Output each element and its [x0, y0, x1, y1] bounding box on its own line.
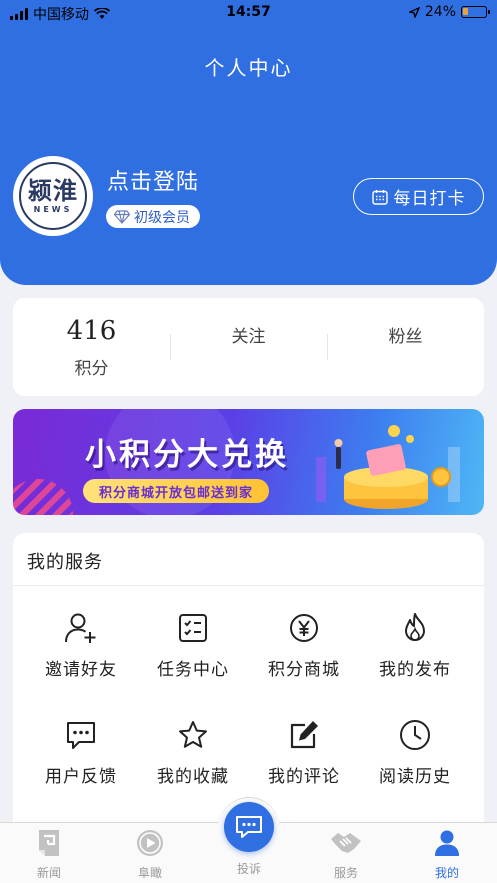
service-label: 任务中心 [157, 660, 229, 680]
service-label: 用户反馈 [45, 767, 117, 787]
service-points-mall[interactable]: 积分商城 [249, 611, 359, 680]
followers-stat[interactable]: 粉丝 [327, 298, 484, 396]
following-stat[interactable]: 关注 [170, 298, 327, 396]
clock-icon [400, 720, 430, 750]
tab-news[interactable]: 新闻 [9, 829, 89, 881]
login-link[interactable]: 点击登陆 [107, 164, 199, 196]
service-label: 积分商城 [268, 660, 340, 680]
service-reading-history[interactable]: 阅读历史 [360, 718, 470, 787]
daily-checkin-button[interactable]: 每日打卡 [353, 178, 484, 215]
edit-icon [290, 721, 318, 749]
person-icon [435, 830, 459, 856]
service-label: 邀请好友 [45, 660, 117, 680]
logo-text: 颍淮 [28, 176, 78, 205]
points-stat[interactable]: 416 积分 [13, 298, 170, 396]
tab-label: 我的 [434, 866, 459, 880]
task-list-icon [179, 614, 207, 642]
avatar[interactable]: 颍淮 NEWS [13, 156, 93, 236]
points-exchange-banner[interactable]: 小积分大兑换 积分商城开放包邮送到家 [13, 409, 484, 515]
complaint-button[interactable] [224, 802, 274, 852]
banner-subtitle: 积分商城开放包邮送到家 [83, 479, 270, 503]
battery-icon [461, 6, 490, 18]
news-icon [39, 830, 59, 856]
stats-card: 416 积分 关注 粉丝 [13, 298, 484, 396]
profile-header: 中国移动 14:57 24% 个人中心 颍淮 NEWS 点击登陆 初级会员 每日… [0, 0, 497, 285]
tab-mine[interactable]: 我的 [407, 829, 487, 881]
followers-label: 粉丝 [388, 327, 423, 347]
play-icon [137, 830, 163, 856]
chat-bubble-icon [67, 722, 95, 749]
service-label: 我的收藏 [157, 767, 229, 787]
gift-illustration [316, 425, 460, 509]
service-label: 我的评论 [268, 767, 340, 787]
tab-label: 服务 [333, 866, 358, 880]
calendar-icon [371, 189, 388, 205]
tab-service[interactable]: 服务 [306, 829, 386, 881]
banner-decoration [13, 479, 73, 515]
logo-subtext: NEWS [33, 205, 73, 214]
diamond-icon [114, 209, 130, 224]
service-my-posts[interactable]: 我的发布 [360, 611, 470, 680]
battery-percent: 24% [424, 4, 456, 20]
location-arrow-icon [408, 6, 420, 18]
service-invite-friends[interactable]: 邀请好友 [26, 611, 136, 680]
star-icon [179, 721, 207, 748]
following-label: 关注 [231, 327, 266, 347]
my-services-card: 我的服务 邀请好友 任务中心 积分商城 我的发布 用户反馈 我的收藏 我的评论 … [13, 533, 484, 833]
service-my-favorites[interactable]: 我的收藏 [138, 718, 248, 787]
complaint-icon [236, 816, 262, 838]
service-label: 我的发布 [379, 660, 451, 680]
points-label: 积分 [74, 359, 109, 379]
member-level-badge: 初级会员 [106, 205, 200, 228]
points-value: 416 [66, 316, 117, 346]
tab-fukan[interactable]: 阜瞰 [110, 829, 190, 881]
service-my-comments[interactable]: 我的评论 [249, 718, 359, 787]
user-plus-icon [65, 613, 96, 643]
status-bar: 中国移动 14:57 24% [0, 0, 497, 26]
yen-coin-icon [290, 614, 318, 642]
service-task-center[interactable]: 任务中心 [138, 611, 248, 680]
divider [13, 585, 484, 586]
page-title: 个人中心 [204, 56, 293, 80]
service-user-feedback[interactable]: 用户反馈 [26, 718, 136, 787]
member-level-label: 初级会员 [134, 209, 190, 226]
tab-label: 新闻 [36, 866, 61, 880]
banner-title: 小积分大兑换 [85, 437, 289, 473]
checkin-label: 每日打卡 [393, 189, 466, 209]
services-title: 我的服务 [27, 552, 103, 573]
tab-label: 阜瞰 [137, 866, 162, 880]
handshake-icon [331, 833, 361, 853]
flame-icon [405, 613, 425, 641]
tab-complaint-label: 投诉 [236, 862, 261, 876]
service-label: 阅读历史 [379, 767, 451, 787]
